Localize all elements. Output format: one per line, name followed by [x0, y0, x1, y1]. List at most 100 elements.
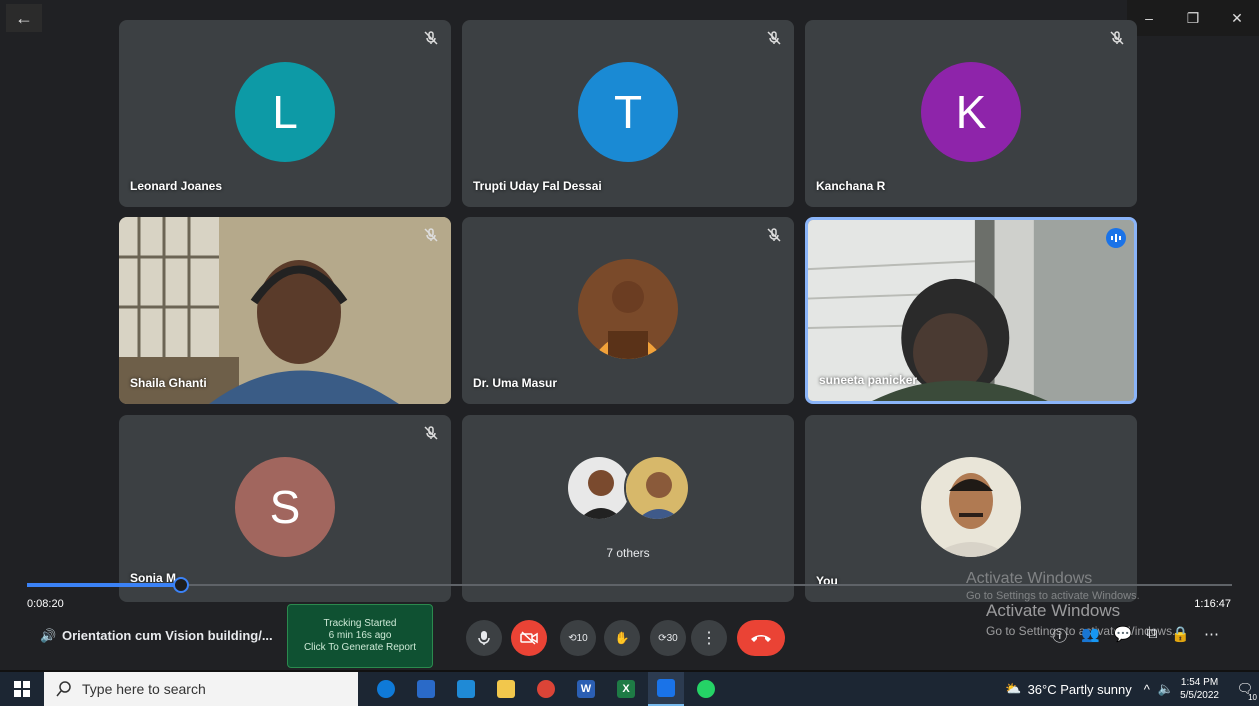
mail-icon [457, 680, 475, 698]
participant-name: Leonard Joanes [130, 179, 223, 193]
rewind-button[interactable]: ⟲ 10 [560, 620, 596, 656]
store-icon [417, 680, 435, 698]
mic-off-icon [1110, 31, 1124, 45]
windows-logo-icon [14, 681, 30, 697]
mic-button[interactable] [466, 620, 502, 656]
forward-button[interactable]: ⟳ 30 [650, 620, 686, 656]
whatsapp-app[interactable] [688, 672, 724, 706]
hand-icon: ✋ [614, 631, 630, 645]
lock-icon[interactable]: 🔒 [1171, 625, 1190, 646]
more-options-button[interactable]: ⋮ [691, 620, 727, 656]
start-button[interactable] [0, 672, 44, 706]
more-vert-icon: ⋮ [701, 630, 717, 647]
clock[interactable]: 1:54 PM 5/5/2022 [1180, 676, 1219, 702]
current-time: 0:08:20 [27, 598, 64, 610]
search-placeholder: Type here to search [82, 681, 206, 697]
others-count: 7 others [606, 546, 650, 560]
tracking-report-button[interactable]: Tracking Started 6 min 16s ago Click To … [287, 604, 433, 668]
mic-off-icon [424, 228, 438, 242]
mic-off-icon [767, 228, 781, 242]
notification-count: 10 [1248, 693, 1257, 702]
mail-app[interactable] [448, 672, 484, 706]
watermark-title: Activate Windows [966, 570, 1093, 587]
camera-off-button[interactable] [511, 620, 547, 656]
avatar: L [235, 62, 335, 162]
tracking-elapsed: 6 min 16s ago [328, 630, 392, 641]
hang-up-icon [751, 635, 771, 642]
excel-app[interactable]: X [608, 672, 644, 706]
notification-button[interactable]: 🗨 10 [1231, 672, 1259, 706]
avatar: K [921, 62, 1021, 162]
participant-tile[interactable]: S Sonia M [119, 415, 451, 602]
mic-icon [478, 631, 490, 645]
system-tray: ⛅ 36°C Partly sunny ^ 🔈 1:54 PM 5/5/2022… [1005, 672, 1259, 706]
people-icon[interactable]: 👥 [1081, 625, 1100, 646]
windows-taskbar: Type here to search W X ⛅ 36°C Partly su… [0, 672, 1259, 706]
chrome-icon [537, 680, 555, 698]
forward-seconds: 30 [666, 632, 678, 644]
meeting-title: 🔊 Orientation cum Vision building/... [40, 628, 273, 644]
partly-sunny-icon: ⛅ [1005, 681, 1022, 696]
participant-name: Shaila Ghanti [130, 376, 207, 390]
edge-app[interactable] [368, 672, 404, 706]
others-tile[interactable]: 7 others [462, 415, 794, 602]
generate-report-label: Click To Generate Report [303, 642, 417, 653]
more-horiz-icon[interactable]: ⋯ [1204, 625, 1219, 646]
weather-widget[interactable]: ⛅ 36°C Partly sunny [1005, 681, 1131, 697]
info-icon[interactable]: ⓘ [1052, 625, 1067, 646]
participant-tile[interactable]: T Trupti Uday Fal Dessai [462, 20, 794, 207]
tracking-status: Tracking Started [323, 618, 397, 629]
end-call-button[interactable] [737, 620, 785, 656]
activities-icon[interactable]: ⧉ [1147, 625, 1158, 646]
participant-tile[interactable]: Dr. Uma Masur [462, 217, 794, 404]
participant-name: Dr. Uma Masur [473, 376, 558, 390]
speaker-icon[interactable]: 🔈 [1158, 681, 1174, 697]
taskbar-search[interactable]: Type here to search [44, 672, 358, 706]
weather-text: 36°C Partly sunny [1027, 681, 1132, 697]
window-controls: – ❐ ✕ [1127, 0, 1259, 36]
avatar: S [235, 457, 335, 557]
volume-icon[interactable]: 🔊 [40, 628, 62, 644]
back-arrow-icon: ← [15, 7, 33, 28]
progress-scrubber[interactable] [173, 577, 189, 593]
right-toolbar: ⓘ 👥 💬 ⧉ 🔒 ⋯ [1052, 625, 1219, 646]
avatar [624, 455, 690, 521]
edge-icon [377, 680, 395, 698]
meeting-title-text: Orientation cum Vision building/... [62, 628, 273, 643]
raise-hand-button[interactable]: ✋ [604, 620, 640, 656]
taskbar-apps: W X [368, 672, 728, 706]
word-app[interactable]: W [568, 672, 604, 706]
camera-off-icon [520, 631, 538, 645]
participant-tile[interactable]: L Leonard Joanes [119, 20, 451, 207]
chrome-app[interactable] [528, 672, 564, 706]
restore-button[interactable]: ❐ [1171, 0, 1215, 36]
watermark-title: Activate Windows [986, 601, 1121, 620]
activate-windows-watermark: Activate Windows Go to Settings to activ… [966, 570, 1140, 602]
clock-date: 5/5/2022 [1180, 690, 1219, 701]
participant-tile[interactable]: K Kanchana R [805, 20, 1137, 207]
forward-30-icon: ⟳ [658, 632, 667, 644]
participant-name: Kanchana R [816, 179, 886, 193]
meet-app[interactable] [648, 672, 684, 706]
search-icon [56, 681, 71, 697]
chat-icon[interactable]: 💬 [1114, 625, 1133, 646]
avatar [921, 457, 1021, 557]
avatar: T [578, 62, 678, 162]
clock-time: 1:54 PM [1180, 677, 1219, 688]
whatsapp-icon [697, 680, 715, 698]
file-explorer-app[interactable] [488, 672, 524, 706]
participant-video-tile[interactable]: suneeta panicker [805, 217, 1137, 404]
participant-video-tile[interactable]: Shaila Ghanti [119, 217, 451, 404]
mic-off-icon [767, 31, 781, 45]
total-time: 1:16:47 [1194, 598, 1231, 610]
store-app[interactable] [408, 672, 444, 706]
avatar [566, 455, 632, 521]
folder-icon [497, 680, 515, 698]
word-icon: W [577, 680, 595, 698]
mic-off-icon [424, 426, 438, 440]
rewind-seconds: 10 [576, 632, 588, 644]
chevron-up-icon[interactable]: ^ [1144, 682, 1150, 697]
back-button[interactable]: ← [6, 4, 42, 32]
close-button[interactable]: ✕ [1215, 0, 1259, 36]
avatar [578, 259, 678, 359]
